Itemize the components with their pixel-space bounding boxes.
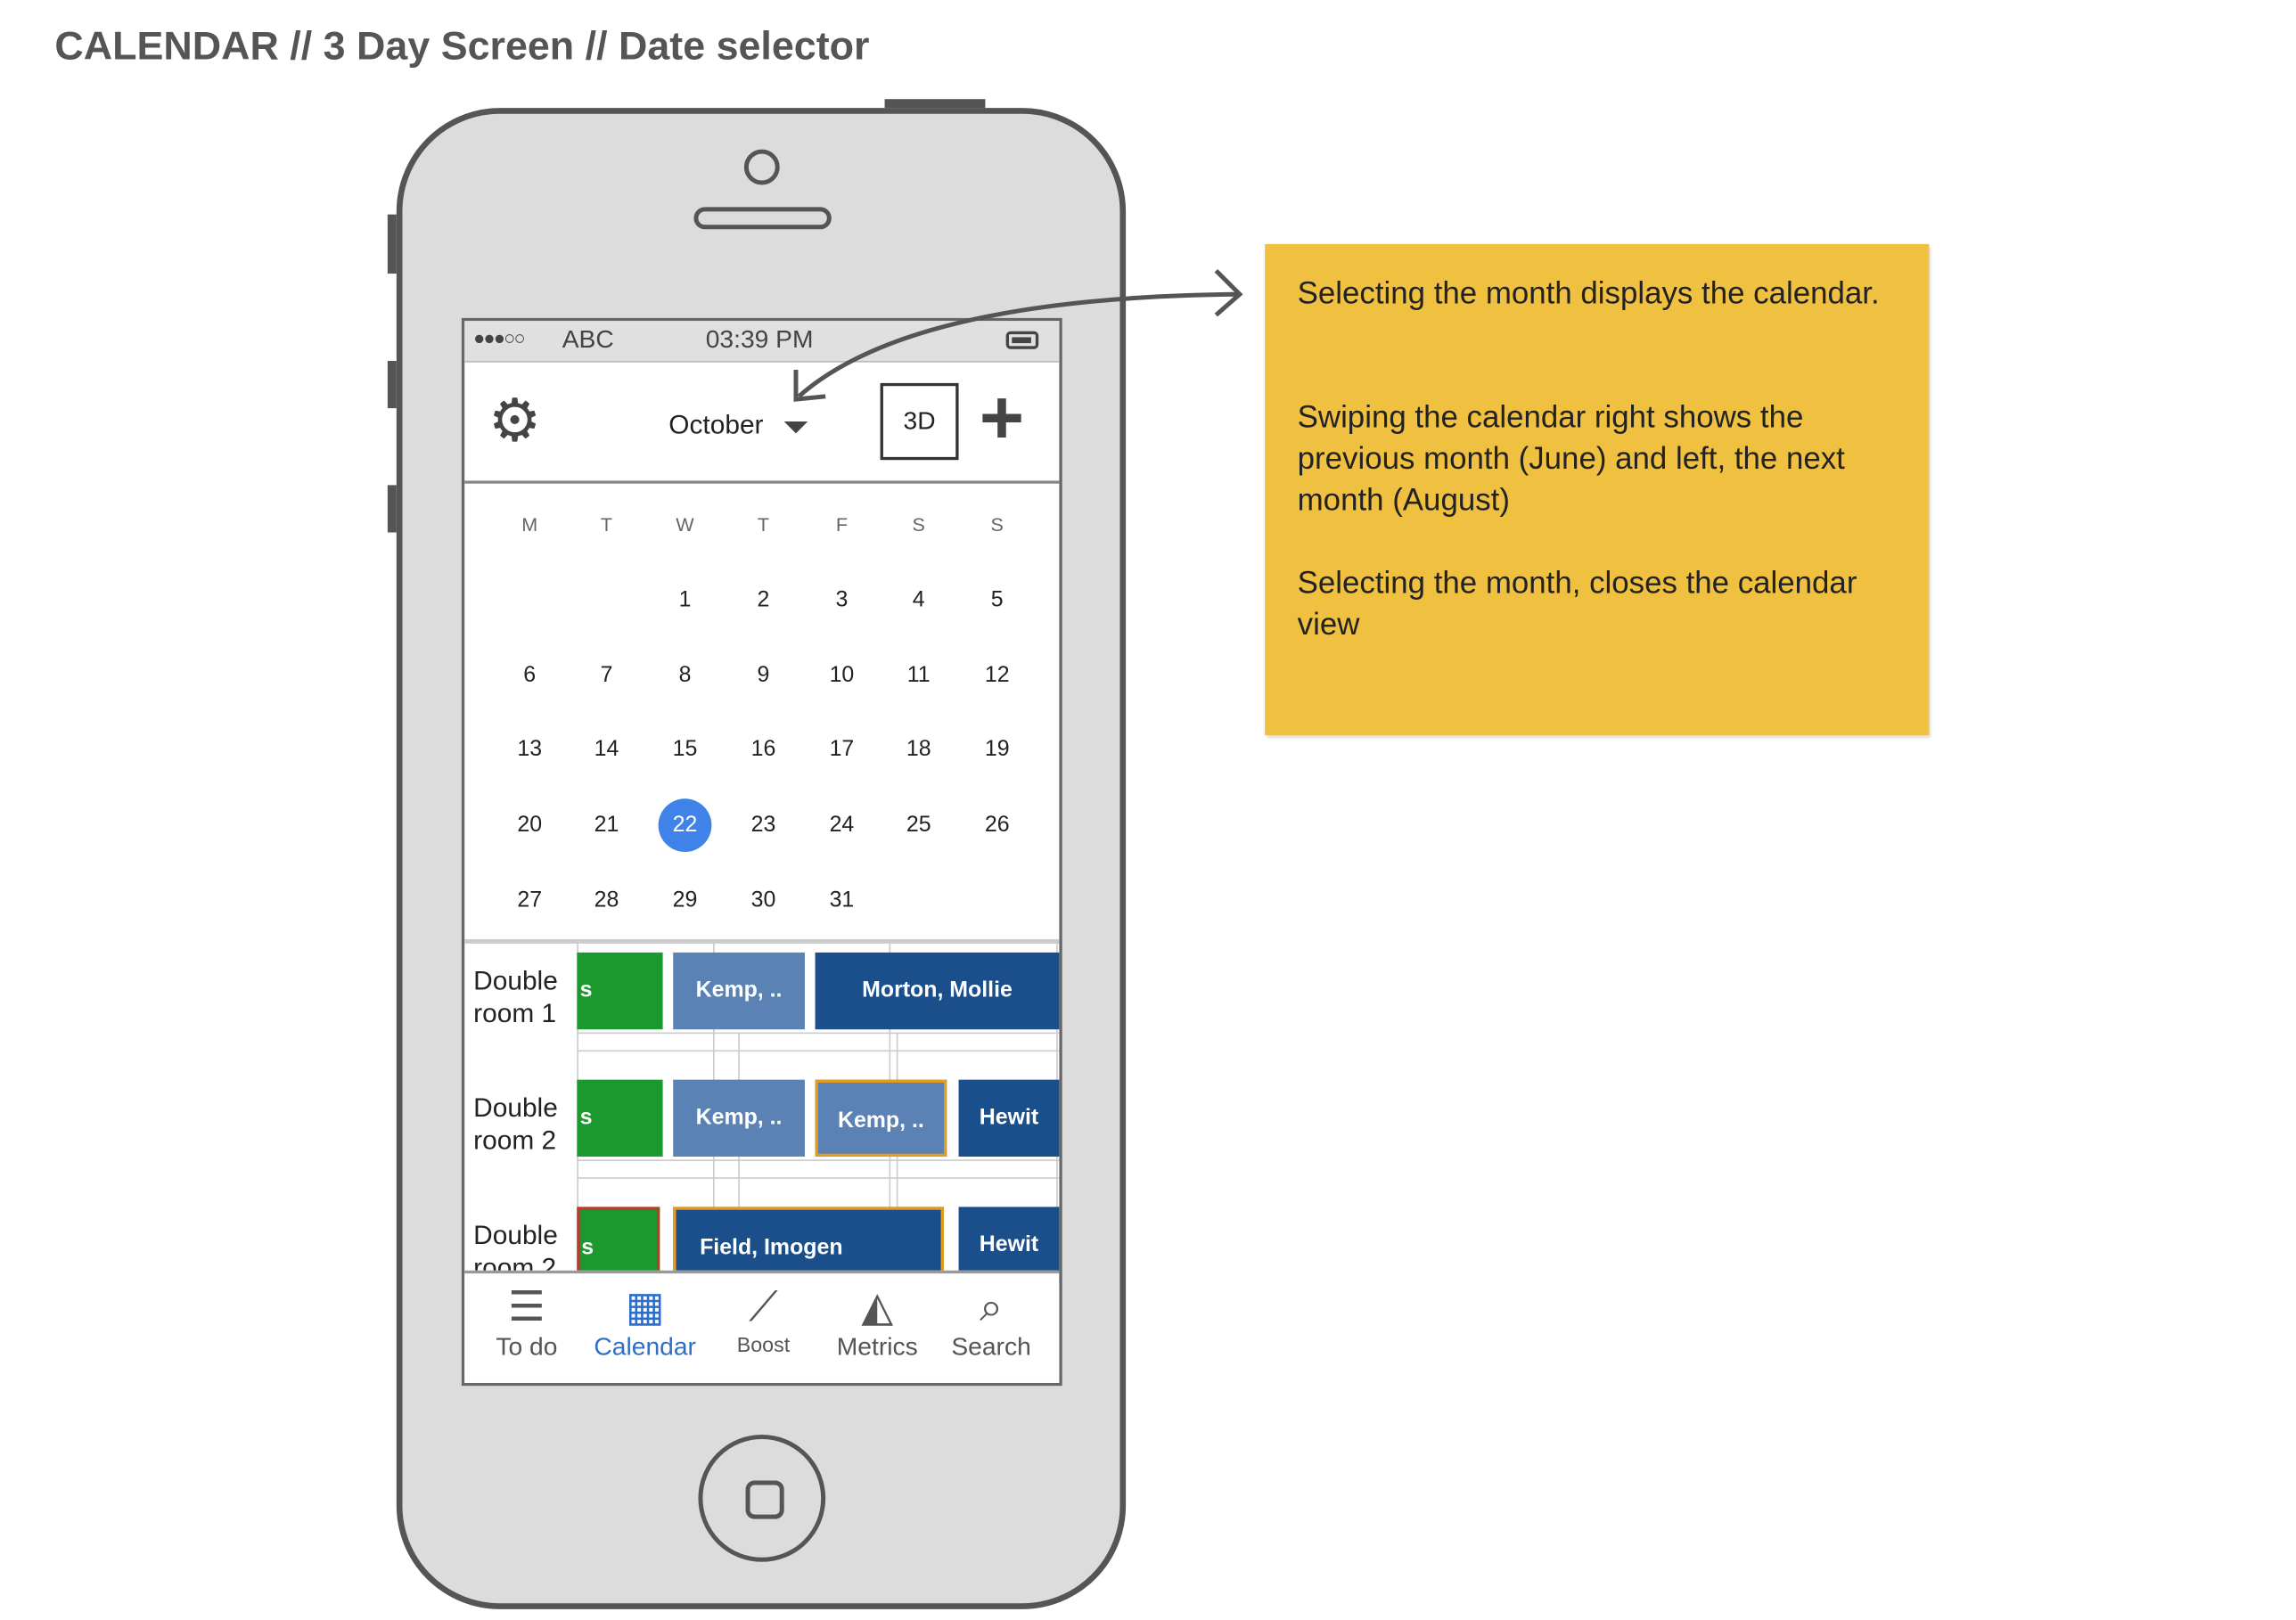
annotation-arrow xyxy=(793,268,1243,402)
annotation-arrow-line xyxy=(797,291,1240,398)
